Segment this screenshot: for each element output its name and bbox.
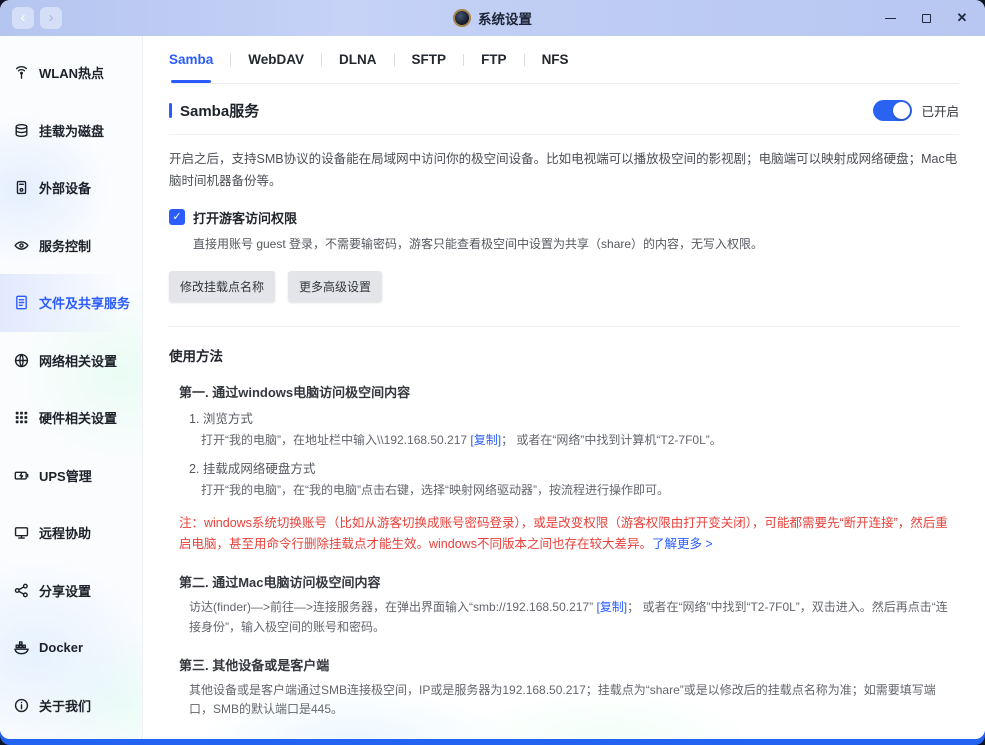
main-content: Samba WebDAV DLNA SFTP FTP NFS Samba服务 已… xyxy=(143,36,985,739)
guest-access-label: 打开游客访问权限 xyxy=(193,210,298,226)
usage-mac-heading: 第二. 通过Mac电脑访问极空间内容 xyxy=(179,575,381,591)
close-button[interactable]: ✕ xyxy=(949,6,975,30)
windows-address-text-post: ； 或者在“网络”中找到计算机“T2-7F0L”。 xyxy=(501,432,722,447)
modify-mount-point-button[interactable]: 修改挂载点名称 xyxy=(169,270,276,302)
sidebar: WLAN热点 挂载为磁盘 外部设备 服务控制 文件及共享服务 网络相关设置 硬件… xyxy=(0,36,143,739)
section-divider xyxy=(169,325,959,327)
guest-access-description: 直接用账号 guest 登录，不需要输密码，游客只能查看极空间中设置为共享（sh… xyxy=(193,236,764,251)
minimize-icon xyxy=(884,17,896,19)
mac-address-text: 访达(finder)—>前往—>连接服务器，在弹出界面输入“smb://192.… xyxy=(189,600,597,615)
sidebar-item-remote-assist[interactable]: 远程协助 xyxy=(0,504,142,562)
guest-access-checkbox[interactable]: ✓ xyxy=(169,209,185,226)
sidebar-item-file-share-services[interactable]: 文件及共享服务 xyxy=(0,274,142,332)
forward-button[interactable]: › xyxy=(40,7,62,29)
sidebar-item-label: 网络相关设置 xyxy=(39,353,118,369)
samba-toggle-area: 已开启 xyxy=(873,100,959,121)
mount-disk-icon xyxy=(13,122,30,139)
advanced-settings-button[interactable]: 更多高级设置 xyxy=(288,270,383,302)
usage-windows-item2-detail: 打开“我的电脑”，在“我的电脑”点击右键，选择“映射网络驱动器”，按流程进行操作… xyxy=(201,482,669,497)
wifi-hotspot-icon xyxy=(13,64,30,81)
samba-enable-toggle[interactable] xyxy=(873,100,913,121)
guest-access-row: ✓ 打开游客访问权限 xyxy=(169,208,959,227)
copy-ip-link[interactable]: [复制] xyxy=(470,433,501,447)
copy-smb-link[interactable]: [复制] xyxy=(596,600,627,614)
file-share-icon xyxy=(13,294,30,311)
tab-nfs[interactable]: NFS xyxy=(542,37,569,82)
service-control-icon xyxy=(13,237,30,254)
sidebar-item-label: 挂载为磁盘 xyxy=(39,123,105,139)
tab-sftp[interactable]: SFTP xyxy=(412,37,447,82)
tab-divider xyxy=(393,53,395,66)
hardware-settings-icon xyxy=(13,409,30,426)
usage-windows-item2-title: 2. 挂载成网络硬盘方式 xyxy=(189,461,316,476)
sidebar-item-service-control[interactable]: 服务控制 xyxy=(0,217,142,275)
windows-warning-note: 注：windows系统切换账号（比如从游客切换成账号密码登录），或是改变权限（游… xyxy=(169,513,959,556)
sidebar-item-label: WLAN热点 xyxy=(39,66,104,82)
sidebar-item-external-device[interactable]: 外部设备 xyxy=(0,159,142,217)
title-bar: ‹ › 系统设置 ✕ xyxy=(0,0,985,36)
window-body: WLAN热点 挂载为磁盘 外部设备 服务控制 文件及共享服务 网络相关设置 硬件… xyxy=(0,36,985,739)
samba-description: 开启之后，支持SMB协议的设备能在局域网中访问你的极空间设备。比如电视端可以播放… xyxy=(169,152,958,188)
sidebar-item-label: Docker xyxy=(39,640,84,656)
maximize-button[interactable] xyxy=(913,6,939,30)
tab-webdav[interactable]: WebDAV xyxy=(248,37,304,82)
window-title-area: 系统设置 xyxy=(0,0,985,36)
share-settings-icon xyxy=(13,582,30,599)
samba-service-header: Samba服务 已开启 xyxy=(169,100,959,135)
sidebar-item-mount-disk[interactable]: 挂载为磁盘 xyxy=(0,102,142,160)
sidebar-item-label: 硬件相关设置 xyxy=(39,411,118,427)
sidebar-item-label: 远程协助 xyxy=(39,526,92,542)
sidebar-item-label: 关于我们 xyxy=(39,698,92,714)
tab-samba[interactable]: Samba xyxy=(169,37,213,83)
back-button[interactable]: ‹ xyxy=(12,7,34,29)
windows-address-text: 打开“我的电脑”，在地址栏中输入\\192.168.50.217 xyxy=(201,432,471,447)
window-controls: ✕ xyxy=(877,6,975,30)
sidebar-item-label: 分享设置 xyxy=(39,583,92,599)
sidebar-item-share-settings[interactable]: 分享设置 xyxy=(0,562,142,620)
sidebar-item-network-settings[interactable]: 网络相关设置 xyxy=(0,332,142,390)
tab-divider xyxy=(463,53,465,66)
sidebar-item-docker[interactable]: Docker xyxy=(0,619,142,677)
usage-windows-item1-detail: 打开“我的电脑”，在地址栏中输入\\192.168.50.217 [复制]； 或… xyxy=(169,431,959,451)
usage-other-heading: 第三. 其他设备或是客户端 xyxy=(179,657,330,673)
about-info-icon xyxy=(13,697,30,714)
usage-windows-heading: 第一. 通过windows电脑访问极空间内容 xyxy=(179,384,411,400)
network-settings-icon xyxy=(13,352,30,369)
system-settings-window: ‹ › 系统设置 ✕ WLAN热点 挂载为磁盘 外部设备 服务控制 文件及共享服… xyxy=(0,0,985,739)
samba-actions: 修改挂载点名称 更多高级设置 xyxy=(169,270,959,302)
tab-divider xyxy=(230,53,232,66)
external-device-icon xyxy=(13,179,30,196)
usage-windows-item1-title: 1. 浏览方式 xyxy=(189,411,253,426)
nav-buttons: ‹ › xyxy=(12,7,62,29)
window-title: 系统设置 xyxy=(478,12,532,27)
sidebar-item-label: 服务控制 xyxy=(39,238,92,254)
maximize-icon xyxy=(921,13,931,23)
minimize-button[interactable] xyxy=(877,6,903,30)
toggle-knob xyxy=(893,102,911,119)
tab-ftp[interactable]: FTP xyxy=(481,37,507,82)
warning-text: 注：windows系统切换账号（比如从游客切换成账号密码登录），或是改变权限（游… xyxy=(179,515,948,551)
learn-more-link[interactable]: 了解更多 > xyxy=(652,537,713,551)
docker-icon xyxy=(13,639,30,656)
sidebar-item-hardware-settings[interactable]: 硬件相关设置 xyxy=(0,389,142,447)
sidebar-item-label: 文件及共享服务 xyxy=(39,296,131,312)
ups-battery-icon xyxy=(13,467,30,484)
usage-title: 使用方法 xyxy=(169,348,223,364)
tab-divider xyxy=(523,53,525,66)
tab-dlna[interactable]: DLNA xyxy=(339,37,377,82)
app-logo-icon xyxy=(453,9,471,27)
sidebar-item-label: UPS管理 xyxy=(39,468,92,484)
tab-bar: Samba WebDAV DLNA SFTP FTP NFS xyxy=(169,36,959,84)
tab-divider xyxy=(321,53,323,66)
usage-mac-detail: 访达(finder)—>前往—>连接服务器，在弹出界面输入“smb://192.… xyxy=(169,598,959,638)
desktop-background: ‹ › 系统设置 ✕ WLAN热点 挂载为磁盘 外部设备 服务控制 文件及共享服… xyxy=(0,0,985,745)
usage-other-detail: 其他设备或是客户端通过SMB连接极空间，IP或是服务器为192.168.50.2… xyxy=(189,682,936,717)
section-title: Samba服务 xyxy=(169,100,259,121)
sidebar-item-label: 外部设备 xyxy=(39,181,92,197)
sidebar-item-wlan-hotspot[interactable]: WLAN热点 xyxy=(0,44,142,102)
sidebar-item-ups-management[interactable]: UPS管理 xyxy=(0,447,142,505)
toggle-status-label: 已开启 xyxy=(921,105,959,119)
sidebar-item-about-us[interactable]: 关于我们 xyxy=(0,677,142,735)
remote-assist-icon xyxy=(13,524,30,541)
